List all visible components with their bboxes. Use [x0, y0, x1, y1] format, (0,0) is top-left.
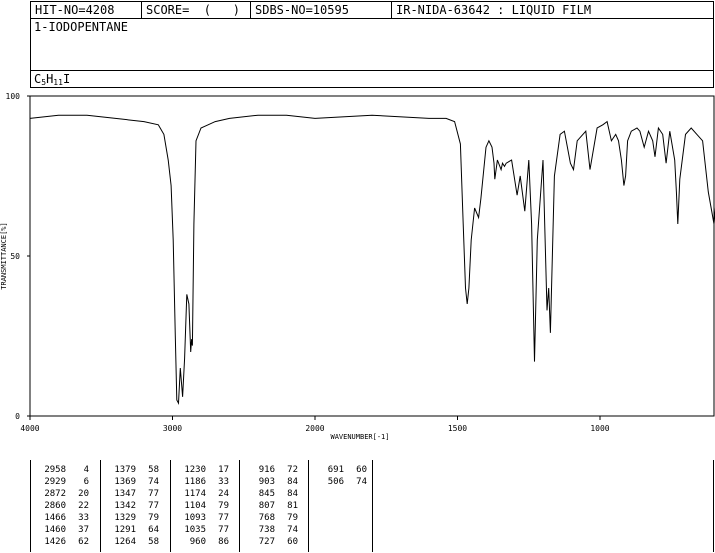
y-axis-label: TRANSMITTANCE[%] — [0, 222, 8, 289]
peak-transmittance: 22 — [78, 501, 89, 511]
peak-column: 916 72 903 84 845 84 807 81 768 79 738 74 727 60 — [239, 460, 308, 552]
peak-wavenumber: 1347 — [114, 489, 136, 499]
peak-wavenumber: 1466 — [44, 513, 66, 523]
peak-transmittance: 33 — [218, 477, 229, 487]
peak-wavenumber: 1369 — [114, 477, 136, 487]
peak-transmittance: 74 — [148, 477, 159, 487]
y-tick-label: 100 — [6, 92, 21, 101]
x-tick-label: 3000 — [163, 424, 182, 433]
peak-transmittance: 84 — [287, 489, 298, 499]
peak-wavenumber: 2872 — [44, 489, 66, 499]
peak-transmittance: 17 — [218, 465, 229, 475]
peak-wavenumber: 727 — [258, 537, 275, 547]
peak-column — [372, 460, 714, 552]
peak-wavenumber: 1342 — [114, 501, 136, 511]
peak-transmittance: 62 — [78, 537, 89, 547]
peak-transmittance: 20 — [78, 489, 89, 499]
peak-column: 1230 17 1186 33 1174 24 1104 79 1093 77 1035 77 960 8… — [170, 460, 239, 552]
peak-wavenumber: 1460 — [44, 525, 66, 535]
peak-wavenumber: 1264 — [114, 537, 136, 547]
x-tick-label: 1500 — [448, 424, 467, 433]
peak-transmittance: 77 — [148, 501, 159, 511]
peak-transmittance: 77 — [218, 513, 229, 523]
spectrum-line — [29, 114, 715, 406]
peak-transmittance: 60 — [356, 465, 367, 475]
peak-wavenumber: 1035 — [184, 525, 206, 535]
y-tick-label: 0 — [15, 412, 20, 421]
peak-transmittance: 74 — [356, 477, 367, 487]
peak-wavenumber: 1186 — [184, 477, 206, 487]
peak-wavenumber: 1379 — [114, 465, 136, 475]
peak-table: 2958 4 2929 6 2872 20 2860 22 1466 33 1460 37 1426 62… — [30, 460, 714, 553]
peak-wavenumber: 1426 — [44, 537, 66, 547]
peak-wavenumber: 506 — [327, 477, 344, 487]
peak-wavenumber: 1329 — [114, 513, 136, 523]
peak-transmittance: 79 — [148, 513, 159, 523]
peak-wavenumber: 1291 — [114, 525, 136, 535]
peak-transmittance: 74 — [287, 525, 298, 535]
peak-transmittance: 6 — [83, 477, 89, 487]
peak-wavenumber: 1230 — [184, 465, 206, 475]
peak-wavenumber: 807 — [258, 501, 275, 511]
peak-transmittance: 79 — [218, 501, 229, 511]
peak-column: 2958 4 2929 6 2872 20 2860 22 1466 33 1460 37 1426 62 — [30, 460, 100, 552]
peak-transmittance: 37 — [78, 525, 89, 535]
peak-wavenumber: 845 — [258, 489, 275, 499]
x-tick-label: 1000 — [590, 424, 609, 433]
peak-transmittance: 81 — [287, 501, 298, 511]
peak-transmittance: 58 — [148, 465, 159, 475]
peak-wavenumber: 1104 — [184, 501, 206, 511]
plot-frame — [29, 95, 715, 417]
peak-column: 1379 58 1369 74 1347 77 1342 77 1329 79 1291 64 1264… — [100, 460, 170, 552]
peak-wavenumber: 903 — [258, 477, 275, 487]
peak-wavenumber: 691 — [327, 465, 344, 475]
peak-wavenumber: 1093 — [184, 513, 206, 523]
peak-transmittance: 79 — [287, 513, 298, 523]
peak-wavenumber: 2860 — [44, 501, 66, 511]
y-tick-label: 50 — [10, 252, 20, 261]
peak-transmittance: 72 — [287, 465, 298, 475]
peak-transmittance: 60 — [287, 537, 298, 547]
peak-transmittance: 77 — [148, 489, 159, 499]
x-tick-label: 2000 — [305, 424, 324, 433]
peak-transmittance: 77 — [218, 525, 229, 535]
peak-wavenumber: 2929 — [44, 477, 66, 487]
peak-wavenumber: 960 — [189, 537, 206, 547]
peak-wavenumber: 768 — [258, 513, 275, 523]
peak-wavenumber: 916 — [258, 465, 275, 475]
x-axis-label: WAVENUMBER[-1] — [330, 433, 389, 441]
peak-transmittance: 64 — [148, 525, 159, 535]
peak-transmittance: 58 — [148, 537, 159, 547]
peak-transmittance: 24 — [218, 489, 229, 499]
peak-transmittance: 84 — [287, 477, 298, 487]
peak-transmittance: 33 — [78, 513, 89, 523]
peak-transmittance: 4 — [83, 465, 89, 475]
peak-wavenumber: 738 — [258, 525, 275, 535]
peak-transmittance: 86 — [218, 537, 229, 547]
x-tick-label: 4000 — [20, 424, 39, 433]
peak-column: 691 60 506 74 — [308, 460, 372, 552]
peak-wavenumber: 2958 — [44, 465, 66, 475]
peak-wavenumber: 1174 — [184, 489, 206, 499]
ir-spectrum-chart: 40003000200015001000500050100 WAVENUMBER… — [0, 92, 715, 441]
